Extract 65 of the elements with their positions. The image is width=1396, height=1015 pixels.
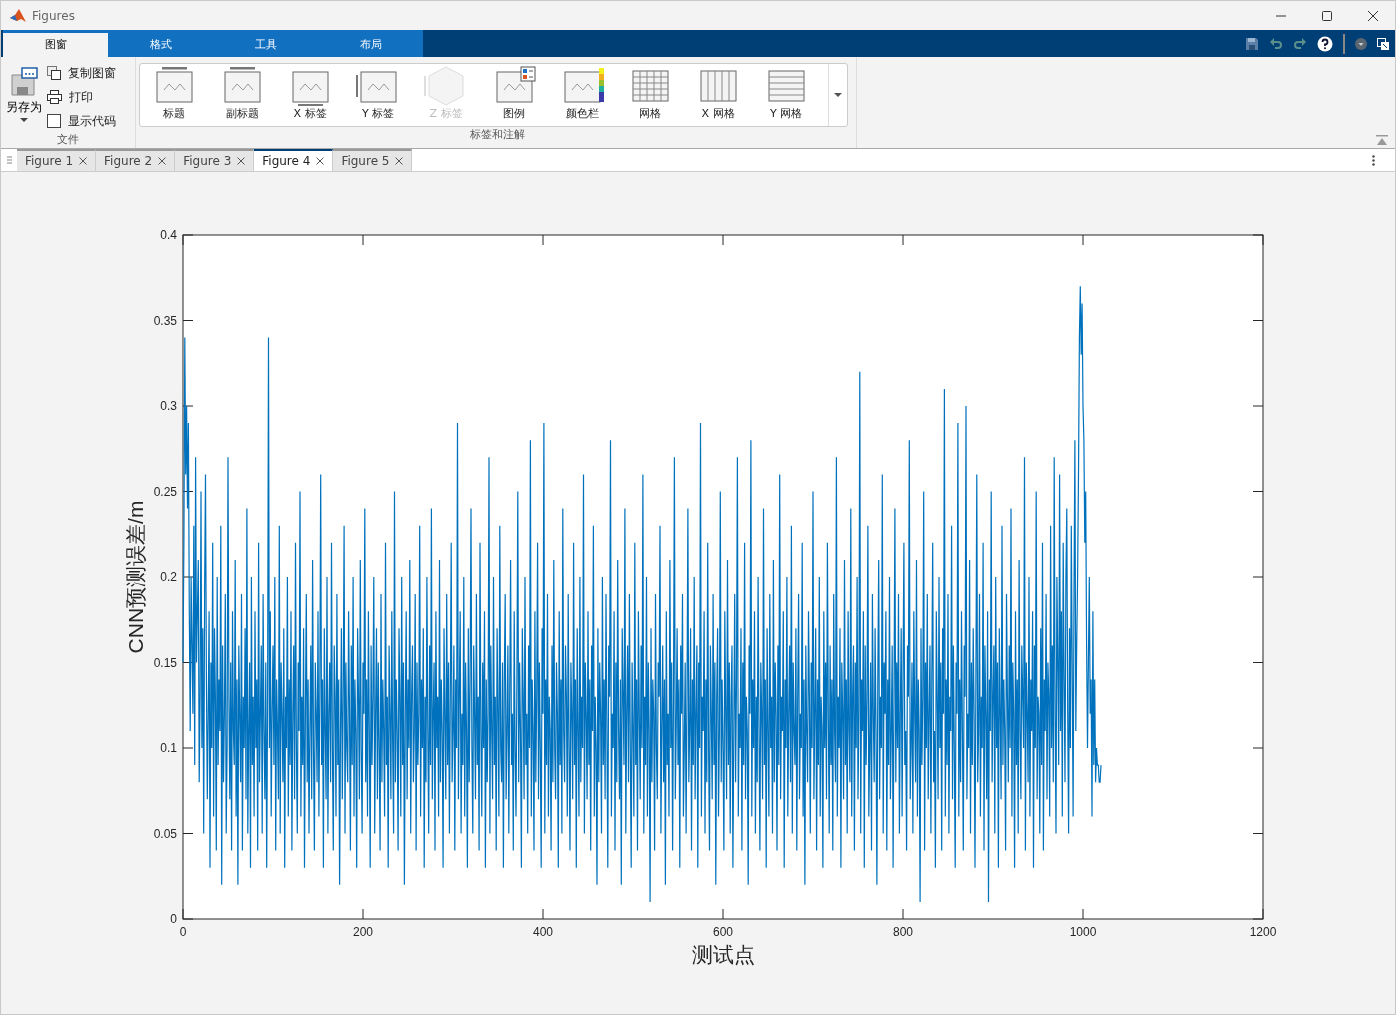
x-tick-label: 0 xyxy=(179,925,187,939)
y-tick-label: 0.25 xyxy=(153,484,177,499)
close-icon[interactable] xyxy=(158,157,167,165)
gallery-button[interactable]: 副标题 xyxy=(208,64,276,127)
close-icon[interactable] xyxy=(1367,9,1379,22)
figure-tab[interactable]: Figure 5 xyxy=(333,149,413,171)
x-tick-label: 1000 xyxy=(1069,925,1097,939)
y-tick-label: 0.35 xyxy=(153,313,177,328)
dropdown-icon[interactable] xyxy=(1355,37,1367,50)
redo-icon[interactable] xyxy=(1293,36,1307,51)
gallery-button[interactable]: 颜色栏 xyxy=(548,64,616,127)
print-button[interactable]: 打印 xyxy=(47,87,116,108)
y-tick-label: 0 xyxy=(170,912,177,926)
x-tick-label: 1200 xyxy=(1249,925,1277,939)
gallery-button[interactable]: Y 标签 xyxy=(344,64,412,127)
y-tick-label: 0.3 xyxy=(160,399,177,413)
close-icon[interactable] xyxy=(79,157,88,165)
figure-tab[interactable]: Figure 3 xyxy=(175,149,255,171)
ribbon-tab[interactable]: 格式 xyxy=(108,33,213,58)
ribbon-tab[interactable]: 布局 xyxy=(318,33,423,58)
figure-tab[interactable]: Figure 1 xyxy=(17,149,97,171)
close-icon[interactable] xyxy=(316,157,325,165)
printer-icon xyxy=(47,90,62,105)
figure-tab[interactable]: Figure 4 xyxy=(254,149,334,171)
more-options-icon[interactable] xyxy=(1372,155,1375,166)
gallery-button[interactable]: Y 网格 xyxy=(752,64,820,127)
save-icon[interactable] xyxy=(1245,36,1259,51)
undock-icon[interactable] xyxy=(1377,37,1389,50)
y-tick-label: 0.05 xyxy=(153,826,177,841)
y-tick-label: 0.1 xyxy=(160,741,177,755)
y-tick-label: 0.2 xyxy=(160,570,177,584)
app-logo-icon xyxy=(10,8,26,23)
gallery-button[interactable]: 图例 xyxy=(480,64,548,127)
close-icon[interactable] xyxy=(237,157,246,165)
copy-figure-button[interactable]: 复制图窗 xyxy=(47,63,116,84)
undo-icon[interactable] xyxy=(1269,36,1283,51)
y-axis-label: CNN预测误差/m xyxy=(124,500,147,654)
drag-handle-icon[interactable] xyxy=(7,156,12,164)
x-tick-label: 200 xyxy=(353,925,373,939)
maximize-icon[interactable] xyxy=(1321,9,1333,22)
section-label: 标签和注解 xyxy=(469,127,526,144)
x-tick-label: 400 xyxy=(533,925,553,939)
section-label: 文件 xyxy=(56,132,80,148)
x-axis-label: 测试点 xyxy=(691,943,755,966)
floppy-disk-icon xyxy=(10,67,38,98)
window-title: Figures xyxy=(32,8,75,23)
x-tick-label: 600 xyxy=(713,925,733,939)
help-icon[interactable] xyxy=(1317,35,1333,52)
ribbon-tab[interactable]: 工具 xyxy=(213,33,318,58)
caret-icon xyxy=(834,92,842,98)
save-as-button[interactable]: 另存为 xyxy=(1,63,47,132)
gallery-button[interactable]: 网格 xyxy=(616,64,684,127)
caret-icon xyxy=(20,118,28,124)
y-tick-label: 0.4 xyxy=(160,228,177,242)
collapse-ribbon-icon[interactable] xyxy=(1376,135,1388,145)
copy-icon xyxy=(47,66,61,81)
gallery-button[interactable]: 标题 xyxy=(140,64,208,127)
show-code-checkbox[interactable]: 显示代码 xyxy=(47,111,116,132)
gallery-button[interactable]: X 网格 xyxy=(684,64,752,127)
ribbon-tab[interactable]: 图窗 xyxy=(3,33,108,58)
x-tick-label: 800 xyxy=(893,925,913,939)
close-icon[interactable] xyxy=(395,157,404,165)
y-tick-label: 0.15 xyxy=(153,655,177,670)
figure-tab[interactable]: Figure 2 xyxy=(96,149,176,171)
gallery-button[interactable]: X 标签 xyxy=(276,64,344,127)
